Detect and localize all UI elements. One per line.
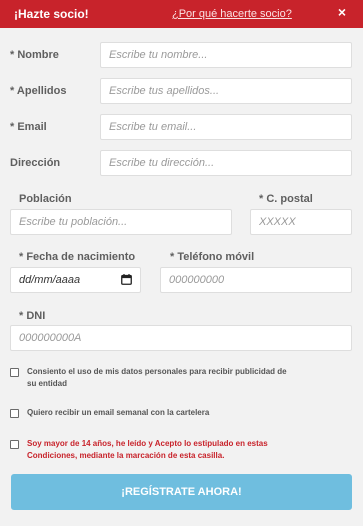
consent-checkbox-label: Consiento el uso de mis datos personales… <box>27 367 287 388</box>
apellidos-label: * Apellidos <box>10 85 67 97</box>
fecha-nacimiento-input[interactable]: dd/mm/aaaa <box>10 267 141 293</box>
dni-field-wrapper <box>10 325 352 351</box>
nombre-input[interactable] <box>101 43 351 67</box>
telefono-field-wrapper <box>160 267 352 293</box>
fecha-nacimiento-value: dd/mm/aaaa <box>19 274 81 286</box>
dni-input[interactable] <box>11 326 351 350</box>
newsletter-checkbox-label: Quiero recibir un email semanal con la c… <box>27 408 210 417</box>
nombre-field-wrapper <box>100 42 352 68</box>
age-terms-checkbox-label: Soy mayor de 14 años, he leído y Acepto … <box>27 439 268 460</box>
apellidos-field-wrapper <box>100 78 352 104</box>
dni-label: * DNI <box>19 310 46 322</box>
nombre-label: * Nombre <box>10 49 59 61</box>
direccion-input[interactable] <box>101 151 351 175</box>
calendar-icon[interactable] <box>121 274 132 285</box>
poblacion-input[interactable] <box>11 210 231 234</box>
age-terms-checkbox[interactable] <box>10 440 19 449</box>
email-input[interactable] <box>101 115 351 139</box>
header-bar: ¡Hazte socio! ¿Por qué hacerte socio? × <box>0 0 363 28</box>
direccion-field-wrapper <box>100 150 352 176</box>
telefono-input[interactable] <box>161 268 351 292</box>
close-icon[interactable]: × <box>333 3 351 21</box>
consent-checkbox[interactable] <box>10 368 19 377</box>
newsletter-checkbox[interactable] <box>10 409 19 418</box>
poblacion-label: Población <box>19 193 72 205</box>
cpostal-input[interactable] <box>251 210 351 234</box>
modal-title: ¡Hazte socio! <box>14 7 89 21</box>
why-join-link[interactable]: ¿Por qué hacerte socio? <box>172 8 292 20</box>
fecha-nacimiento-label: * Fecha de nacimiento <box>19 251 136 263</box>
telefono-label: * Teléfono móvil <box>170 251 255 263</box>
direccion-label: Dirección <box>10 157 61 169</box>
cpostal-field-wrapper <box>250 209 352 235</box>
register-button[interactable]: ¡REGÍSTRATE AHORA! <box>11 474 352 510</box>
email-label: * Email <box>10 121 47 133</box>
email-field-wrapper <box>100 114 352 140</box>
cpostal-label: * C. postal <box>259 193 313 205</box>
poblacion-field-wrapper <box>10 209 232 235</box>
apellidos-input[interactable] <box>101 79 351 103</box>
